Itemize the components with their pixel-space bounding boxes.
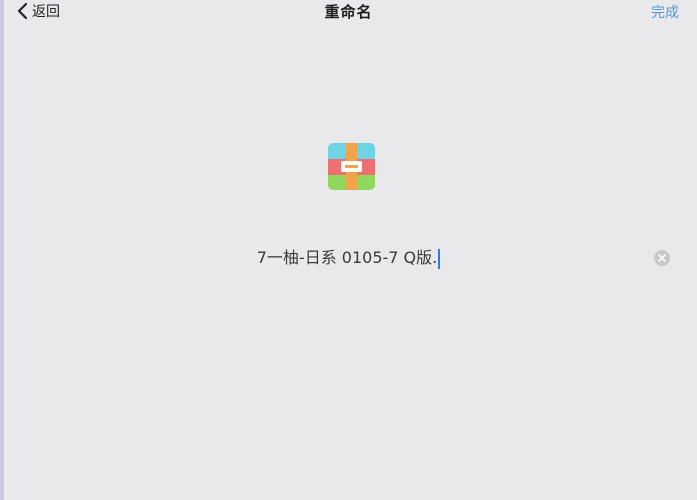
navigation-bar: 返回 重命名 完成 — [0, 0, 697, 24]
archive-icon — [328, 143, 375, 190]
filename-input[interactable]: 7一柚-日系 0105-7 Q版. — [0, 246, 697, 270]
text-caret — [438, 248, 441, 269]
filename-text-wrap: 7一柚-日系 0105-7 Q版. — [0, 246, 697, 270]
done-button[interactable]: 完成 — [651, 2, 679, 22]
clear-icon — [654, 250, 670, 266]
filename-value: 7一柚-日系 0105-7 Q版. — [256, 248, 438, 267]
clear-input-button[interactable] — [654, 250, 670, 266]
page-title: 重命名 — [324, 3, 373, 21]
